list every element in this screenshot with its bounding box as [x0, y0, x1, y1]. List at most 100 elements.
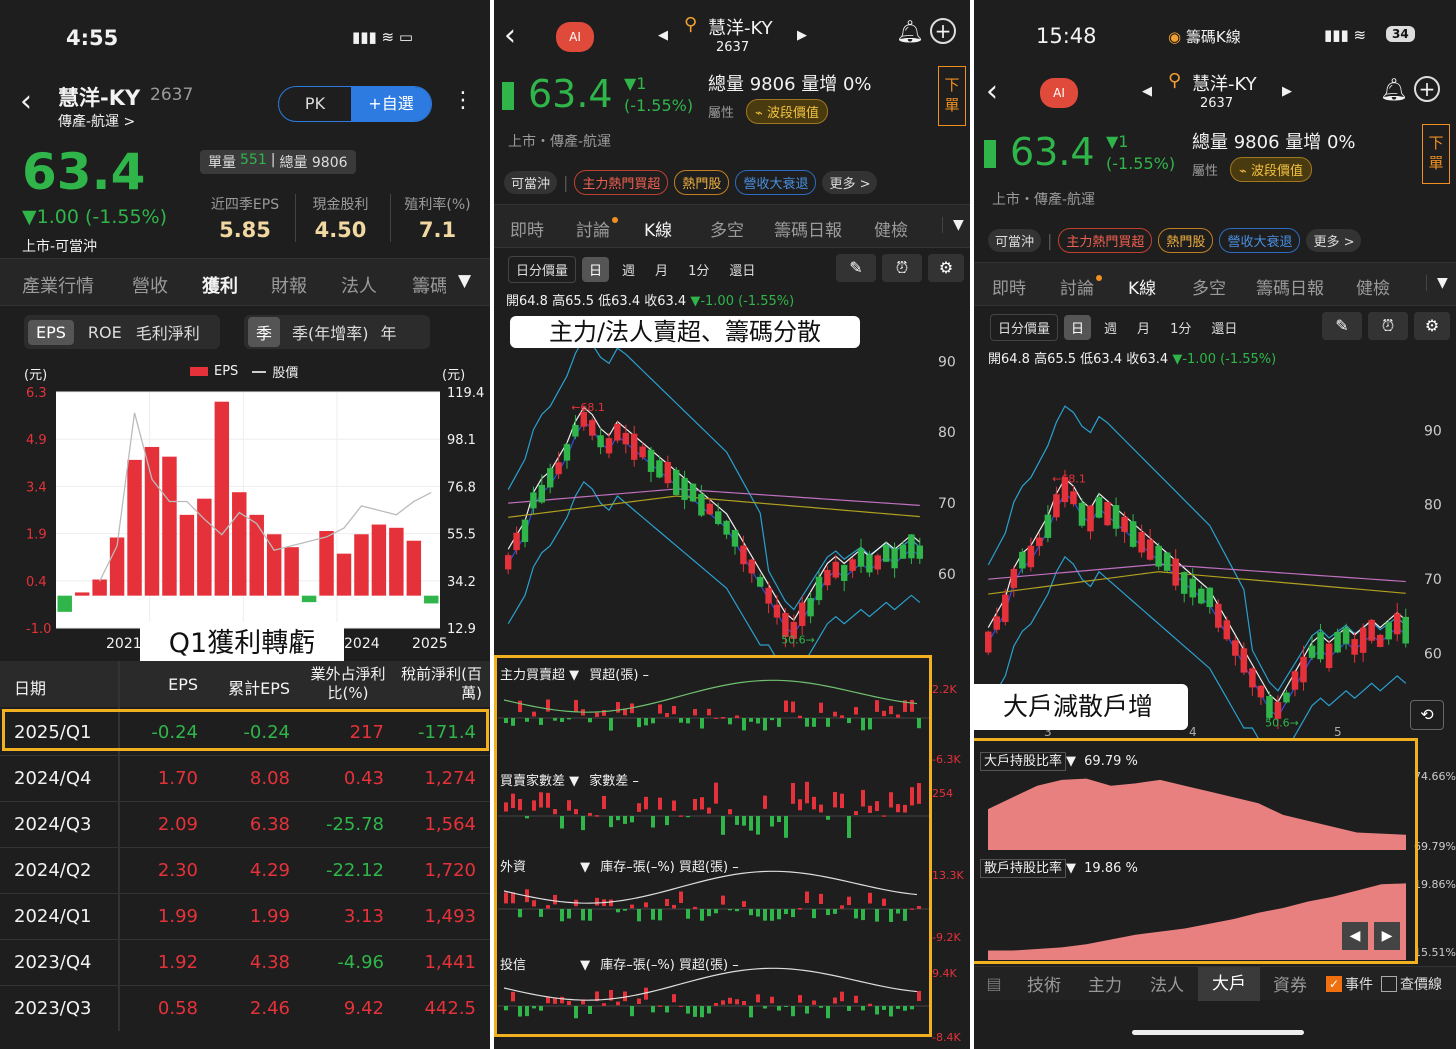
tab-realtime[interactable]: 即時	[992, 274, 1026, 299]
add-icon[interactable]: +	[930, 18, 956, 44]
tag-revenue-decline[interactable]: 營收大衰退	[735, 170, 817, 195]
sub-trust-select[interactable]: 投信 ▼ 庫存–張(–%) 買超(張) –	[500, 954, 739, 973]
tag-main-buy[interactable]: 主力熱門買超	[1058, 228, 1153, 253]
table-row[interactable]: 2024/Q4 1.70 8.08 0.43 1,274	[0, 755, 490, 801]
big-holder-select[interactable]: 大戶持股比率 ▼ 69.79 %	[980, 750, 1138, 771]
tag-daytrade[interactable]: 可當沖	[504, 171, 558, 194]
period-quarter[interactable]: 季	[248, 317, 281, 347]
sub-diff-select[interactable]: 買賣家數差 ▼ 家數差 –	[500, 770, 639, 789]
tab-margin[interactable]: 資券	[1260, 971, 1320, 996]
tag-more[interactable]: 更多 >	[822, 171, 878, 194]
next-stock-icon[interactable]: ▶	[797, 28, 807, 43]
ktab-day[interactable]: 日	[582, 257, 610, 282]
ktab-adjusted[interactable]: 還日	[1204, 315, 1244, 340]
tab-institutional[interactable]: 法人	[341, 272, 377, 298]
add-watchlist-button[interactable]: +自選	[351, 87, 431, 121]
table-row[interactable]: 2024/Q2 2.30 4.29 -22.12 1,720	[0, 847, 490, 893]
alarm-icon[interactable]: ⏰︎	[882, 254, 922, 282]
tag-revenue-decline[interactable]: 營收大衰退	[1219, 228, 1301, 253]
tab-longshort[interactable]: 多空	[710, 216, 744, 241]
next-stock-icon[interactable]: ▶	[1282, 84, 1292, 99]
add-icon[interactable]: +	[1414, 76, 1440, 102]
back-icon[interactable]: ‹	[986, 74, 998, 109]
tag-daytrade[interactable]: 可當沖	[988, 229, 1042, 252]
event-checkbox[interactable]: ✓	[1326, 975, 1342, 992]
tab-chips[interactable]: 籌碼	[412, 272, 446, 298]
tab-revenue[interactable]: 營收	[132, 272, 168, 298]
ktab-week[interactable]: 週	[615, 257, 642, 282]
table-row[interactable]: 2023/Q4 1.92 4.38 -4.96 1,441	[0, 939, 490, 985]
tag-hot[interactable]: 熱門股	[1158, 228, 1214, 253]
back-icon[interactable]: ‹	[20, 84, 32, 119]
tab-kline[interactable]: K線	[1128, 274, 1156, 299]
pen-icon[interactable]: ✎	[1322, 312, 1362, 340]
tab-realtime[interactable]: 即時	[510, 216, 544, 241]
pk-button[interactable]: PK	[279, 87, 351, 121]
prev-stock-icon[interactable]: ◀	[1142, 84, 1152, 99]
table-row[interactable]: 2023/Q3 0.58 2.46 9.42 442.5	[0, 985, 490, 1031]
ktab-adjusted[interactable]: 還日	[722, 257, 762, 282]
rotate-icon[interactable]: ⟲	[1410, 700, 1444, 730]
alarm-icon[interactable]: ⏰︎	[1368, 312, 1408, 340]
gear-icon[interactable]: ⚙	[1414, 312, 1450, 340]
tag-main-buy[interactable]: 主力熱門買超	[574, 170, 669, 195]
ktab-month[interactable]: 月	[1130, 315, 1157, 340]
search-icon[interactable]: ⚲	[1168, 70, 1181, 91]
price-line-checkbox[interactable]	[1381, 975, 1397, 992]
chevron-down-icon[interactable]: ▼	[942, 217, 964, 233]
tab-health[interactable]: 健檢	[1356, 274, 1390, 299]
bell-icon[interactable]: 🔔︎	[896, 20, 924, 45]
tab-discussion[interactable]: 討論	[576, 216, 610, 241]
tab-hidden-left[interactable]: ▤	[974, 974, 1014, 993]
scroll-left-icon[interactable]: ◀	[1342, 922, 1368, 950]
period-year[interactable]: 年	[381, 320, 397, 344]
tab-profit[interactable]: 獲利	[202, 272, 238, 298]
tab-chip-daily[interactable]: 籌碼日報	[1256, 274, 1324, 299]
table-row[interactable]: 2024/Q1 1.99 1.99 3.13 1,493	[0, 893, 490, 939]
tab-longshort[interactable]: 多空	[1192, 274, 1226, 299]
prev-stock-icon[interactable]: ◀	[658, 28, 668, 43]
sub-foreign-select[interactable]: 外資 ▼ 庫存–張(–%) 買超(張) –	[500, 856, 739, 875]
bell-icon[interactable]: 🔔︎	[1380, 78, 1408, 103]
order-button[interactable]: 下單	[938, 66, 966, 126]
ai-robot-icon[interactable]: AI	[1040, 78, 1078, 108]
tab-kline[interactable]: K線	[644, 216, 672, 241]
order-button[interactable]: 下單	[1422, 124, 1450, 184]
ktab-daily-vol[interactable]: 日分價量	[508, 256, 577, 283]
wave-value-badge[interactable]: ⌁ 波段價值	[746, 99, 828, 124]
tab-industry[interactable]: 產業行情	[22, 272, 94, 298]
chevron-down-icon[interactable]: ▼	[1426, 275, 1448, 291]
tag-hot[interactable]: 熱門股	[674, 170, 730, 195]
ai-robot-icon[interactable]: AI	[556, 22, 594, 52]
ktab-daily-vol[interactable]: 日分價量	[990, 314, 1059, 341]
tag-more[interactable]: 更多 >	[1306, 229, 1362, 252]
scroll-right-icon[interactable]: ▶	[1374, 922, 1400, 950]
table-row[interactable]: 2024/Q3 2.09 6.38 -25.78 1,564	[0, 801, 490, 847]
ktab-day[interactable]: 日	[1064, 315, 1092, 340]
tab-chip-daily[interactable]: 籌碼日報	[774, 216, 842, 241]
tab-technical[interactable]: 技術	[1014, 971, 1074, 996]
ktab-1min[interactable]: 1分	[1163, 315, 1198, 340]
metric-roe[interactable]: ROE	[88, 323, 122, 342]
table-row[interactable]: 2025/Q1 -0.24 -0.24 217 -171.4	[0, 709, 490, 755]
more-vert-icon[interactable]: ⋮	[452, 88, 474, 113]
wave-value-badge[interactable]: ⌁ 波段價值	[1230, 157, 1312, 182]
period-quarter-yoy[interactable]: 季(年增率)	[292, 320, 369, 344]
ktab-month[interactable]: 月	[648, 257, 675, 282]
metric-margin[interactable]: 毛利淨利	[136, 320, 200, 344]
sub-main-select[interactable]: 主力買賣超 ▼ 買超(張) –	[500, 664, 649, 683]
chevron-down-icon[interactable]: ▼	[458, 271, 471, 291]
search-icon[interactable]: ⚲	[684, 14, 697, 35]
ktab-1min[interactable]: 1分	[681, 257, 716, 282]
back-icon[interactable]: ‹	[504, 18, 516, 53]
tab-health[interactable]: 健檢	[874, 216, 908, 241]
ktab-week[interactable]: 週	[1097, 315, 1124, 340]
metric-eps[interactable]: EPS	[28, 319, 74, 345]
tab-discussion[interactable]: 討論	[1060, 274, 1094, 299]
pen-icon[interactable]: ✎	[836, 254, 876, 282]
tab-institutional[interactable]: 法人	[1136, 971, 1198, 996]
tab-financials[interactable]: 財報	[271, 272, 307, 298]
gear-icon[interactable]: ⚙	[928, 254, 964, 282]
small-holder-select[interactable]: 散戶持股比率 ▼ 19.86 %	[980, 857, 1138, 878]
tab-main-force[interactable]: 主力	[1074, 971, 1136, 996]
